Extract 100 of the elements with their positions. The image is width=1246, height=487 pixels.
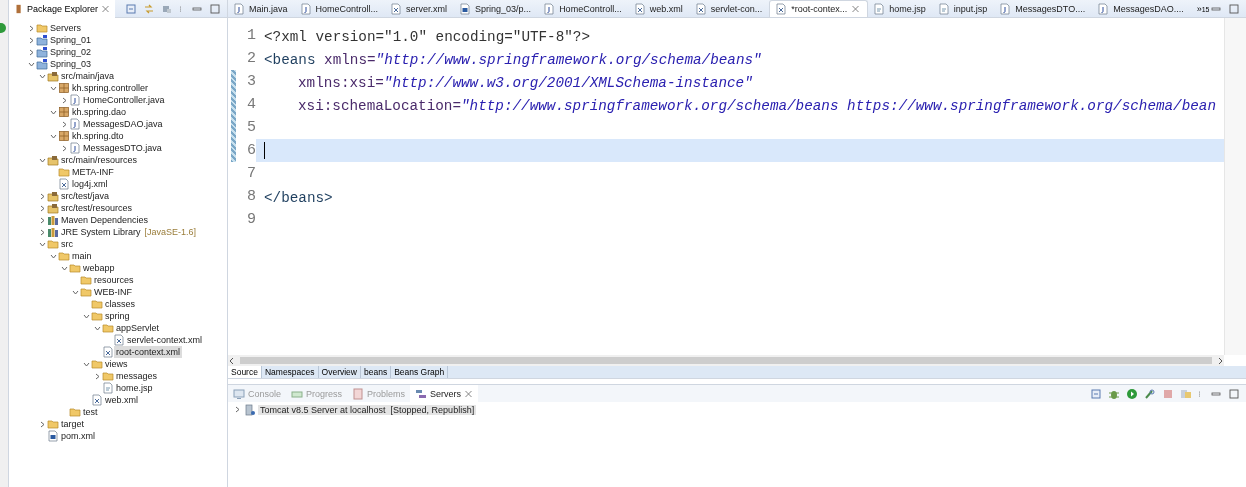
tree-item[interactable]: src/test/resources (59, 202, 135, 214)
collapsed-chevron-icon[interactable] (93, 371, 102, 381)
tree-item[interactable]: pom.xml (59, 430, 97, 442)
editor-tab[interactable]: server.xml (385, 0, 455, 17)
collapse-icon[interactable] (1090, 387, 1102, 400)
folder-icon (58, 166, 70, 178)
tree-item[interactable]: HomeController.java (81, 94, 167, 106)
horizontal-scrollbar[interactable] (228, 355, 1224, 366)
folder-icon (91, 310, 103, 322)
profile-icon[interactable] (1144, 387, 1156, 400)
link-icon[interactable] (143, 2, 155, 15)
tree-item[interactable]: kh.spring.dto (70, 130, 126, 142)
editor-tab[interactable]: MessagesDTO.... (994, 0, 1093, 17)
xml-file-icon (390, 2, 403, 15)
servers-icon[interactable] (415, 387, 428, 400)
package-icon (58, 82, 70, 94)
folder-icon (69, 406, 81, 418)
editor-tab[interactable]: *root-contex... (769, 0, 869, 17)
tree-item[interactable]: src/main/java (59, 70, 116, 82)
tree-item[interactable]: src (59, 238, 75, 250)
tree-item[interactable]: MessagesDTO.java (81, 142, 164, 154)
tree-item[interactable]: log4j.xml (70, 178, 110, 190)
editor-tab[interactable]: Main.java (228, 0, 295, 17)
view-tab[interactable]: Package Explorer (9, 0, 116, 18)
tree-item[interactable]: servlet-context.xml (125, 334, 205, 346)
tree-item[interactable]: test (81, 406, 100, 418)
code-line: <?xml version="1.0" encoding="UTF-8"?> (264, 27, 591, 45)
collapsed-chevron-icon[interactable] (60, 119, 69, 129)
tree-item[interactable]: home.jsp (114, 382, 155, 394)
tree-item[interactable]: main (70, 250, 94, 262)
collapsed-chevron-icon[interactable] (233, 405, 242, 414)
editor-tab[interactable]: Spring_03/p... (454, 0, 539, 17)
editor-tab[interactable]: HomeControll... (294, 0, 386, 17)
tree-item[interactable]: Spring_01 (48, 34, 94, 46)
tree-item[interactable]: messages (114, 370, 160, 382)
tree-item[interactable]: MessagesDAO.java (81, 118, 165, 130)
code-line: <beans xmlns="http://www.springframework.org/schema/beans" (264, 50, 762, 68)
line-number: 3 (246, 72, 256, 92)
editor-page-tab[interactable]: Beans Graph (391, 366, 449, 378)
editor-page-tab[interactable]: Namespaces (261, 366, 319, 378)
collapse-all-icon[interactable] (125, 2, 137, 15)
tree-item[interactable]: appServlet (114, 322, 162, 334)
tree-item[interactable]: Spring_03 (48, 58, 94, 70)
editor-tab[interactable]: home.jsp (868, 0, 933, 17)
tree-item[interactable]: META-INF (70, 166, 116, 178)
line-number: 2 (246, 49, 256, 69)
tree-item[interactable]: kh.spring.dao (70, 106, 129, 118)
xml-file-icon (113, 334, 125, 346)
tree-item[interactable]: views (103, 358, 130, 370)
editor-page-tab[interactable]: beans (361, 366, 392, 378)
jsp-file-icon (102, 382, 114, 394)
editor-page-tab[interactable]: Source (228, 366, 262, 378)
xml-file-icon (91, 394, 103, 406)
server-item[interactable]: Tomcat v8.5 Server at localhost [Stopped, Republish] (258, 404, 477, 415)
maximize-icon[interactable] (1227, 2, 1240, 15)
maximize-icon[interactable] (1228, 387, 1240, 400)
java-file-icon (543, 2, 556, 15)
source-folder-icon (47, 190, 59, 202)
folder-icon (91, 358, 103, 370)
line-number: 5 (246, 118, 256, 138)
tree-item[interactable]: Servers (48, 22, 83, 34)
editor-tab[interactable]: input.jsp (932, 0, 995, 17)
tree-item[interactable]: src/test/java (59, 190, 111, 202)
line-number: 4 (246, 95, 256, 115)
tree-item[interactable]: classes (103, 298, 137, 310)
editor-tab[interactable]: servlet-con... (689, 0, 770, 17)
editor-tab[interactable]: MessagesDAO.... (1092, 0, 1191, 17)
editor-page-tab[interactable]: Overview (318, 366, 361, 378)
tree-item[interactable]: webapp (81, 262, 117, 274)
tree-item[interactable]: src/main/resources (59, 154, 140, 166)
tree-item[interactable]: JRE System Library (59, 226, 143, 238)
tree-item[interactable]: kh.spring.controller (70, 82, 151, 94)
collapsed-chevron-icon[interactable] (60, 143, 69, 153)
tree-item[interactable]: root-context.xml (114, 346, 183, 358)
scroll-left-icon[interactable] (228, 356, 236, 365)
start-icon[interactable] (1126, 387, 1138, 400)
tree-item[interactable]: web.xml (103, 394, 140, 406)
tree-item[interactable]: Spring_02 (48, 46, 94, 58)
scroll-right-icon[interactable] (1216, 356, 1224, 365)
project-folder-icon (36, 58, 48, 70)
vertical-scrollbar[interactable] (1224, 18, 1246, 355)
tree-item[interactable]: resources (92, 274, 136, 286)
tree-item[interactable]: WEB-INF (92, 286, 134, 298)
maximize-icon[interactable] (209, 2, 221, 15)
tree-item[interactable]: target (59, 418, 86, 430)
tree-item[interactable]: Maven Dependencies (59, 214, 151, 226)
console-icon[interactable] (233, 387, 245, 400)
line-number: 8 (246, 187, 256, 207)
project-folder-icon (36, 34, 48, 46)
folder-icon (47, 238, 59, 250)
java-file-icon (999, 2, 1012, 15)
editor-tab[interactable]: HomeControll... (538, 0, 629, 17)
editor-tab[interactable]: web.xml (628, 0, 690, 17)
collapsed-chevron-icon[interactable] (60, 95, 69, 105)
view-tab[interactable]: Servers (410, 385, 479, 402)
collapsed-chevron-icon[interactable] (38, 419, 47, 429)
package-icon (58, 130, 70, 142)
tree-item[interactable]: spring (103, 310, 132, 322)
maven-file-icon (47, 430, 59, 442)
folder-icon (91, 298, 103, 310)
